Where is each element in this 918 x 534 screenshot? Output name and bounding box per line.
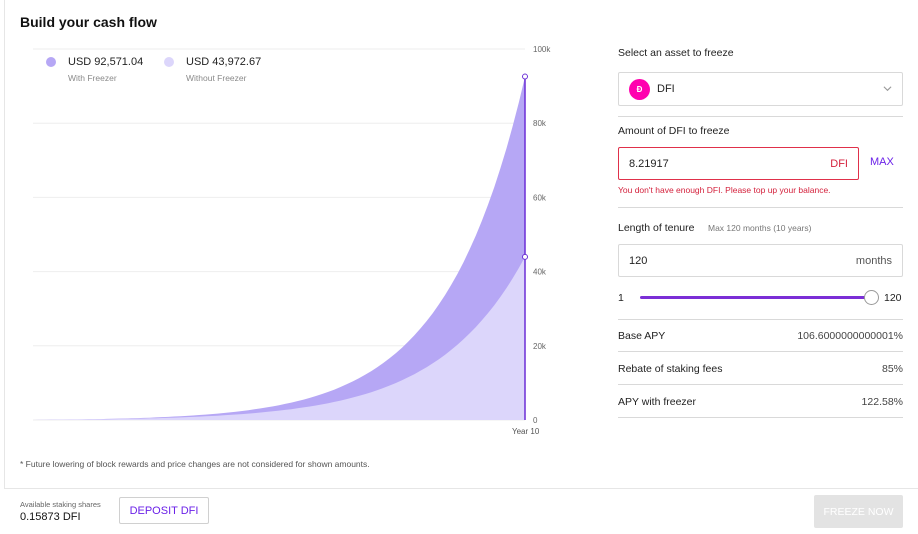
legend-value-with-freezer: USD 92,571.04	[68, 56, 144, 68]
divider	[618, 319, 903, 320]
tenure-unit: months	[855, 255, 892, 267]
base-apy-value: 106.6000000000001%	[797, 330, 903, 342]
freeze-now-button[interactable]: FREEZE NOW	[814, 495, 903, 528]
legend-value-without-freezer: USD 43,972.67	[186, 56, 262, 68]
cash-flow-chart: 100k 80k 60k 40k 20k 0 Year 10 USD 92,571.04 W…	[0, 0, 600, 480]
rebate-label: Rebate of staking fees	[618, 363, 723, 375]
base-apy-label: Base APY	[618, 330, 666, 342]
tenure-label: Length of tenure	[618, 222, 695, 234]
rebate-value: 85%	[881, 363, 903, 375]
amount-input[interactable]: 8.21917 DFI	[618, 147, 859, 180]
asset-select-value: DFI	[657, 83, 675, 95]
marker-point-without-freezer	[522, 253, 528, 260]
divider	[618, 116, 903, 117]
legend-sub-without-freezer: Without Freezer	[186, 73, 247, 83]
tenure-slider-track[interactable]	[640, 296, 872, 299]
tenure-input[interactable]: 120 months	[618, 244, 903, 277]
y-tick-label: 20k	[533, 342, 547, 351]
tenure-hint: Max 120 months (10 years)	[708, 223, 812, 233]
chevron-down-icon	[883, 86, 892, 92]
divider	[618, 384, 903, 385]
slider-min-label: 1	[618, 292, 624, 304]
y-tick-label: 100k	[533, 45, 551, 54]
marker-point-with-freezer	[522, 73, 528, 80]
max-button[interactable]: MAX	[870, 156, 894, 168]
legend-sub-with-freezer: With Freezer	[68, 73, 117, 83]
apy-freezer-label: APY with freezer	[618, 396, 697, 408]
asset-select[interactable]: Đ DFI	[618, 72, 903, 106]
asset-label: Select an asset to freeze	[618, 47, 734, 59]
x-axis-end-label: Year 10	[512, 427, 540, 436]
legend-dot-with-freezer	[46, 57, 56, 67]
amount-error-message: You don't have enough DFI. Please top up…	[618, 185, 831, 195]
footnote: * Future lowering of block rewards and p…	[20, 459, 370, 469]
legend-dot-without-freezer	[164, 57, 174, 67]
y-tick-label: 40k	[533, 268, 547, 277]
amount-label: Amount of DFI to freeze	[618, 125, 730, 137]
available-shares-value: 0.15873 DFI	[20, 511, 81, 523]
chart-svg: 100k 80k 60k 40k 20k 0 Year 10	[33, 45, 551, 436]
y-tick-label: 60k	[533, 193, 547, 202]
divider	[618, 207, 903, 208]
y-tick-label: 0	[533, 416, 538, 425]
divider	[618, 417, 903, 418]
slider-max-label: 120	[884, 292, 902, 304]
amount-unit: DFI	[830, 158, 848, 170]
amount-input-value: 8.21917	[629, 158, 669, 170]
dfi-logo-icon: Đ	[629, 79, 650, 100]
tenure-slider-handle[interactable]	[864, 290, 879, 305]
tenure-input-value: 120	[629, 255, 648, 267]
deposit-dfi-button[interactable]: DEPOSIT DFI	[119, 497, 209, 524]
available-shares-label: Available staking shares	[20, 500, 101, 509]
y-tick-label: 80k	[533, 119, 547, 128]
divider	[618, 351, 903, 352]
apy-freezer-value: 122.58%	[861, 396, 903, 408]
